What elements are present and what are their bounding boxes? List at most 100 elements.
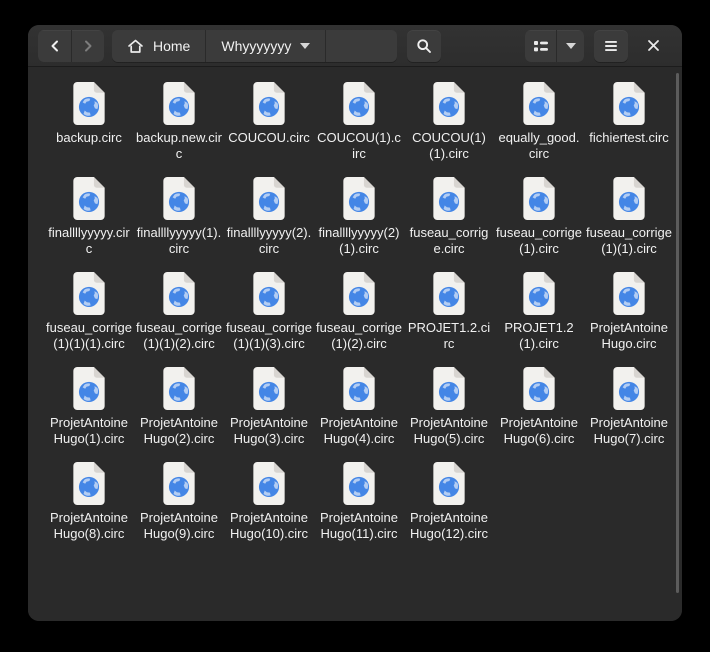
vertical-scrollbar[interactable] <box>676 73 679 593</box>
file-item[interactable]: ProjetAntoineHugo(12).circ <box>404 461 494 542</box>
magnifier-icon <box>417 38 432 53</box>
current-folder-label: Whyyyyyyy <box>221 37 292 54</box>
file-item[interactable]: ProjetAntoineHugo(2).circ <box>134 366 224 447</box>
search-button[interactable] <box>407 29 442 62</box>
back-button[interactable] <box>38 29 71 62</box>
circ-document-globe-icon <box>433 176 465 221</box>
file-label: ProjetAntoineHugo(12).circ <box>409 510 489 541</box>
file-item[interactable]: fuseau_corrige(1)(2).circ <box>314 271 404 352</box>
file-label: COUCOU(1)(1).circ <box>412 130 486 161</box>
circ-document-globe-icon <box>343 81 375 126</box>
file-item[interactable]: PROJET1.2.circ <box>404 271 494 352</box>
file-label: fuseau_corrige(1).circ <box>496 225 582 256</box>
chevron-right-icon <box>85 40 92 51</box>
file-item[interactable]: ProjetAntoineHugo(4).circ <box>314 366 404 447</box>
file-item[interactable]: fuseau_corrige(1)(1)(2).circ <box>134 271 224 352</box>
file-item[interactable]: finallllyyyyy(1).circ <box>134 176 224 257</box>
hamburger-menu-button[interactable] <box>594 29 628 62</box>
file-item[interactable]: finallllyyyyy.circ <box>44 176 134 257</box>
circ-document-globe-icon <box>613 366 645 411</box>
circ-document-globe-icon <box>73 271 105 316</box>
file-item[interactable]: finallllyyyyy(2).circ <box>224 176 314 257</box>
file-item[interactable]: backup.circ <box>44 81 134 146</box>
hamburger-icon <box>605 40 617 51</box>
close-window-button[interactable] <box>634 30 672 62</box>
path-bar: Home Whyyyyyyy <box>112 29 398 62</box>
file-label: ProjetAntoineHugo(5).circ <box>409 415 489 446</box>
file-item[interactable]: COUCOU(1)(1).circ <box>404 81 494 162</box>
chevron-down-icon <box>565 42 576 49</box>
file-item[interactable]: ProjetAntoineHugo(8).circ <box>44 461 134 542</box>
file-item[interactable]: finallllyyyyy(2)(1).circ <box>314 176 404 257</box>
circ-document-globe-icon <box>613 176 645 221</box>
file-label: fuseau_corrige(1)(1)(3).circ <box>226 320 312 351</box>
circ-document-globe-icon <box>73 176 105 221</box>
circ-document-globe-icon <box>343 271 375 316</box>
navigation-buttons <box>38 29 104 62</box>
file-item[interactable]: COUCOU(1).circ <box>314 81 404 162</box>
file-item[interactable]: ProjetAntoineHugo(1).circ <box>44 366 134 447</box>
view-toggle-group <box>525 29 584 62</box>
circ-document-globe-icon <box>253 176 285 221</box>
file-item[interactable]: ProjetAntoineHugo(10).circ <box>224 461 314 542</box>
file-item[interactable]: ProjetAntoineHugo(3).circ <box>224 366 314 447</box>
view-options-dropdown-button[interactable] <box>556 29 584 62</box>
file-item[interactable]: ProjetAntoineHugo(5).circ <box>404 366 494 447</box>
forward-button[interactable] <box>71 29 104 62</box>
file-item[interactable]: ProjetAntoineHugo(9).circ <box>134 461 224 542</box>
path-segment-home[interactable]: Home <box>112 29 206 62</box>
file-label: COUCOU(1).circ <box>317 130 401 161</box>
file-label: finallllyyyyy(2).circ <box>226 225 312 256</box>
list-view-icon <box>533 40 548 51</box>
file-item[interactable]: ProjetAntoineHugo(11).circ <box>314 461 404 542</box>
file-label: ProjetAntoineHugo(9).circ <box>139 510 219 541</box>
circ-document-globe-icon <box>253 461 285 506</box>
file-label: finallllyyyyy.circ <box>48 225 130 256</box>
circ-document-globe-icon <box>73 81 105 126</box>
chevron-left-icon <box>51 40 58 51</box>
file-label: backup.circ <box>56 130 122 145</box>
path-bar-empty-area[interactable] <box>325 29 398 62</box>
circ-document-globe-icon <box>523 176 555 221</box>
file-item[interactable]: backup.new.circ <box>134 81 224 162</box>
file-item[interactable]: fuseau_corrige(1).circ <box>494 176 584 257</box>
file-item[interactable]: ProjetAntoineHugo(6).circ <box>494 366 584 447</box>
file-label: equally_good.circ <box>498 130 580 161</box>
file-label: COUCOU.circ <box>228 130 310 145</box>
circ-document-globe-icon <box>613 81 645 126</box>
path-segment-current-folder[interactable]: Whyyyyyyy <box>205 29 326 62</box>
circ-document-globe-icon <box>253 271 285 316</box>
file-label: fuseau_corrige(1)(1).circ <box>586 225 672 256</box>
circ-document-globe-icon <box>613 271 645 316</box>
file-item[interactable]: fuseau_corrige(1)(1)(1).circ <box>44 271 134 352</box>
file-label: fuseau_corrige(1)(2).circ <box>316 320 402 351</box>
file-label: ProjetAntoineHugo(8).circ <box>49 510 129 541</box>
file-label: ProjetAntoineHugo(4).circ <box>319 415 399 446</box>
circ-document-globe-icon <box>163 81 195 126</box>
file-label: finallllyyyyy(1).circ <box>136 225 222 256</box>
file-label: ProjetAntoineHugo(1).circ <box>49 415 129 446</box>
circ-document-globe-icon <box>163 271 195 316</box>
circ-document-globe-icon <box>343 366 375 411</box>
circ-document-globe-icon <box>433 81 465 126</box>
close-x-icon <box>647 40 659 51</box>
file-item[interactable]: PROJET1.2(1).circ <box>494 271 584 352</box>
circ-document-globe-icon <box>253 366 285 411</box>
view-mode-button[interactable] <box>525 29 556 62</box>
file-item[interactable]: equally_good.circ <box>494 81 584 162</box>
file-item[interactable]: ProjetAntoineHugo(7).circ <box>584 366 674 447</box>
file-item[interactable]: fuseau_corrige(1)(1)(3).circ <box>224 271 314 352</box>
file-item[interactable]: fuseau_corrige.circ <box>404 176 494 257</box>
file-label: finallllyyyyy(2)(1).circ <box>318 225 400 256</box>
circ-document-globe-icon <box>163 366 195 411</box>
file-item[interactable]: fuseau_corrige(1)(1).circ <box>584 176 674 257</box>
chevron-down-icon <box>300 42 311 49</box>
file-label: fuseau_corrige(1)(1)(1).circ <box>46 320 132 351</box>
file-item[interactable]: ProjetAntoineHugo.circ <box>584 271 674 352</box>
file-item[interactable]: fichiertest.circ <box>584 81 674 146</box>
file-item[interactable]: COUCOU.circ <box>224 81 314 146</box>
file-label: fuseau_corrige(1)(1)(2).circ <box>136 320 222 351</box>
file-label: ProjetAntoineHugo(3).circ <box>229 415 309 446</box>
file-label: ProjetAntoineHugo.circ <box>589 320 669 351</box>
circ-document-globe-icon <box>523 81 555 126</box>
